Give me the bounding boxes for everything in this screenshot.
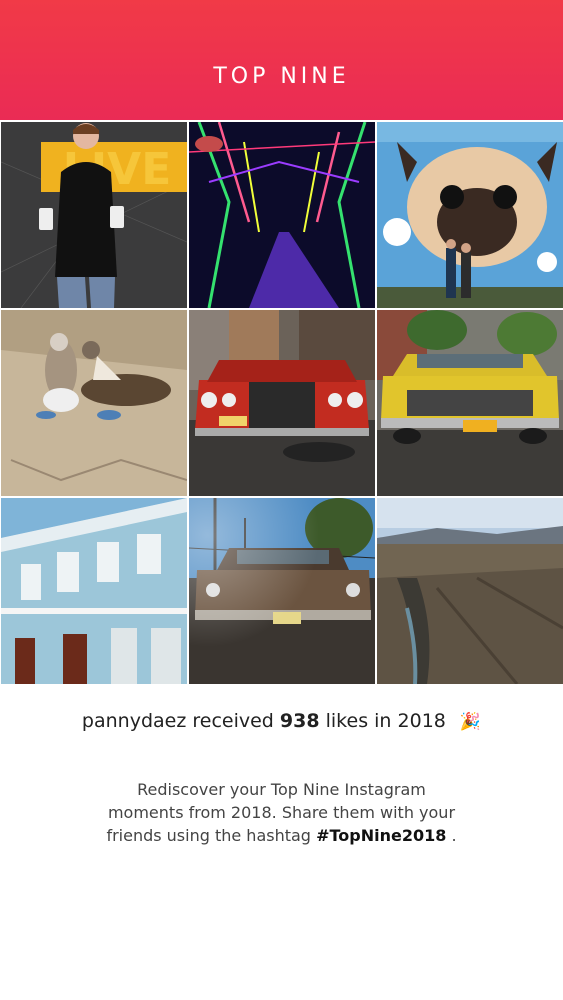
description-line-2: moments from 2018. Share them with your (107, 803, 456, 822)
photo-2[interactable] (189, 122, 375, 308)
party-popper-icon: 🎉 (459, 712, 482, 732)
photo-9[interactable] (377, 498, 563, 684)
photo-1[interactable]: LIVE (1, 122, 187, 308)
photo-1-image: LIVE (1, 122, 187, 308)
photo-7[interactable] (1, 498, 187, 684)
photo-4[interactable] (1, 310, 187, 496)
photo-4-image (1, 310, 187, 496)
page-title: TOP NINE (213, 64, 350, 89)
description-line-3: friends using the hashtag #TopNine2018 . (60, 824, 503, 847)
description-line-3-suffix: . (451, 826, 457, 845)
photo-7-image (1, 498, 187, 684)
description-line-3-prefix: friends using the hashtag (106, 826, 311, 845)
summary-year: 2018 (397, 710, 446, 732)
photo-8-image (189, 498, 375, 684)
photo-5[interactable] (189, 310, 375, 496)
photo-2-image (189, 122, 375, 308)
license-plate-yellow-car (463, 420, 497, 432)
username: pannydaez (81, 710, 187, 732)
photo-8[interactable] (189, 498, 375, 684)
photo-3-image (377, 122, 563, 308)
description-line-1: Rediscover your Top Nine Instagram (137, 780, 426, 799)
photo-6[interactable] (377, 310, 563, 496)
license-plate-red-car (219, 416, 247, 426)
top-nine-header: TOP NINE (0, 0, 563, 120)
likes-count: 938 (279, 710, 320, 732)
hashtag: #TopNine2018 (316, 826, 447, 845)
photo-6-image (377, 310, 563, 496)
likes-in-text: likes in (325, 710, 392, 732)
photo-3[interactable] (377, 122, 563, 308)
received-text: received (192, 710, 274, 732)
description: Rediscover your Top Nine Instagram momen… (60, 778, 503, 847)
photo-grid: LIVE (0, 122, 563, 686)
likes-summary: pannydaez received 938 likes in 2018 🎉 (0, 710, 563, 732)
photo-5-image (189, 310, 375, 496)
photo-9-image (377, 498, 563, 684)
